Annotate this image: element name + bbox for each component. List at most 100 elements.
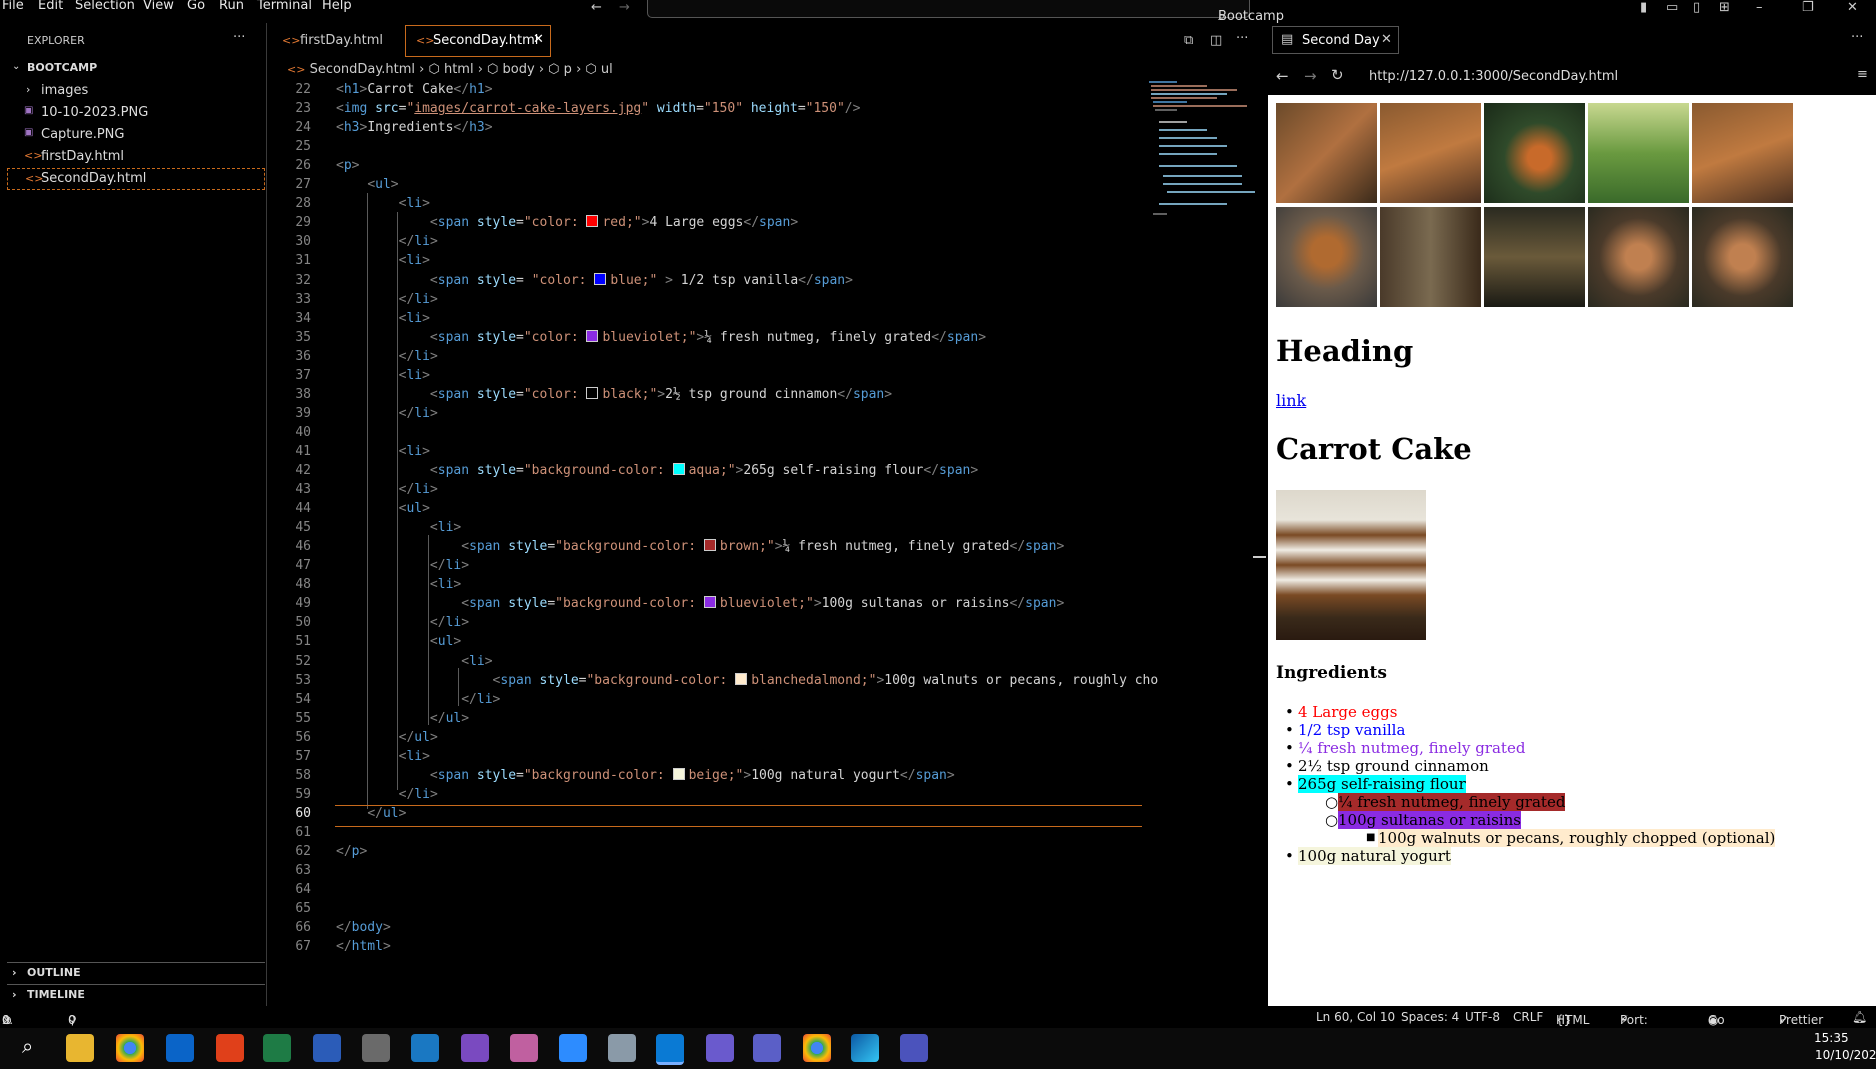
code-line[interactable]: 37 <li>: [267, 368, 1147, 387]
toggle-panel-icon[interactable]: ▭: [1666, 0, 1678, 15]
code-line[interactable]: 23 <img src="images/carrot-cake-layers.jp…: [267, 101, 1147, 120]
code-line[interactable]: 67 </html>: [267, 939, 1147, 958]
minimap[interactable]: [1147, 80, 1257, 220]
code-line[interactable]: 45 <li>: [267, 520, 1147, 539]
code-line[interactable]: 51 <ul>: [267, 634, 1147, 653]
tab-firstday[interactable]: <> firstDay.html: [267, 25, 403, 57]
tree-item-png-1[interactable]: ▣ 10-10-2023.PNG: [0, 102, 266, 124]
menu-file[interactable]: File: [2, 0, 24, 13]
office-icon[interactable]: [216, 1034, 244, 1062]
line-ending[interactable]: CRLF: [1513, 1010, 1543, 1024]
toggle-sidebar-icon[interactable]: ▮: [1640, 0, 1647, 15]
back-arrow-icon[interactable]: ←: [591, 0, 602, 15]
code-line[interactable]: 61: [267, 825, 1147, 844]
code-line[interactable]: 59 </li>: [267, 787, 1147, 806]
scrollbar-thumb[interactable]: [1253, 556, 1266, 558]
code-line[interactable]: 47 </li>: [267, 558, 1147, 577]
tree-item-secondday[interactable]: <> SecondDay.html: [7, 168, 265, 190]
code-line[interactable]: 44 <ul>: [267, 501, 1147, 520]
code-line[interactable]: 22 <h1>Carrot Cake</h1>: [267, 82, 1147, 101]
url-input[interactable]: http://127.0.0.1:3000/SecondDay.html: [1369, 69, 1618, 84]
tree-item-firstday[interactable]: <> firstDay.html: [0, 146, 266, 168]
preview-more-icon[interactable]: ···: [1851, 30, 1863, 45]
paint-icon[interactable]: [510, 1034, 538, 1062]
code-line[interactable]: 46 <span style="background-color: brown;…: [267, 539, 1147, 558]
code-line[interactable]: 50 </li>: [267, 615, 1147, 634]
code-line[interactable]: 56 </ul>: [267, 730, 1147, 749]
mail-icon[interactable]: [166, 1034, 194, 1062]
folder-bootcamp[interactable]: ⌄ BOOTCAMP: [0, 58, 266, 80]
app-icon[interactable]: [706, 1034, 734, 1062]
breadcrumb-item[interactable]: body: [503, 62, 535, 77]
split-editor-icon[interactable]: ◫: [1210, 33, 1222, 48]
clock-date[interactable]: 10/10/2023: [1815, 1048, 1876, 1062]
code-line[interactable]: 64: [267, 882, 1147, 901]
code-line[interactable]: 48 <li>: [267, 577, 1147, 596]
more-actions-icon[interactable]: ···: [233, 30, 245, 45]
code-line[interactable]: 43 </li>: [267, 482, 1147, 501]
code-line[interactable]: 26 <p>: [267, 158, 1147, 177]
open-preview-icon[interactable]: ⧉: [1184, 33, 1193, 48]
code-line[interactable]: 54 </li>: [267, 692, 1147, 711]
calculator-icon[interactable]: [362, 1034, 390, 1062]
code-line[interactable]: 24 <h3>Ingredients</h3>: [267, 120, 1147, 139]
tab-secondday[interactable]: <> SecondDay.html ✕: [405, 25, 551, 57]
chrome-icon[interactable]: [803, 1034, 831, 1062]
code-line[interactable]: 63: [267, 863, 1147, 882]
code-line[interactable]: 55 </ul>: [267, 711, 1147, 730]
restore-icon[interactable]: ❐: [1802, 0, 1814, 15]
tab-second-day[interactable]: ▤ Second Day ✕: [1272, 26, 1399, 54]
code-line[interactable]: 62 </p>: [267, 844, 1147, 863]
store-icon[interactable]: [411, 1034, 439, 1062]
code-line[interactable]: 32 <span style= "color: blue;" > 1/2 tsp…: [267, 272, 1147, 292]
forward-arrow-icon[interactable]: →: [1304, 67, 1317, 85]
code-line[interactable]: 34 <li>: [267, 311, 1147, 330]
code-line[interactable]: 35 <span style="color: blueviolet;">¼ fr…: [267, 329, 1147, 349]
file-explorer-icon[interactable]: [66, 1034, 94, 1062]
code-line[interactable]: 40: [267, 425, 1147, 444]
vscode-icon[interactable]: [656, 1034, 684, 1065]
code-line[interactable]: 53 <span style="background-color: blanch…: [267, 672, 1158, 692]
customize-layout-icon[interactable]: ⊞: [1719, 0, 1730, 15]
breadcrumb-item[interactable]: p: [564, 62, 572, 77]
code-line[interactable]: 57 <li>: [267, 749, 1147, 768]
edge-icon[interactable]: [851, 1034, 879, 1062]
outline-section[interactable]: › OUTLINE: [7, 962, 265, 983]
code-line[interactable]: 28 <li>: [267, 196, 1147, 215]
code-line[interactable]: 65: [267, 901, 1147, 920]
code-line[interactable]: 42 <span style="background-color: aqua;"…: [267, 463, 1147, 482]
chrome-icon[interactable]: [116, 1034, 144, 1062]
visual-studio-icon[interactable]: [461, 1034, 489, 1062]
tree-item-images[interactable]: › images: [0, 80, 266, 102]
code-line[interactable]: 39 </li>: [267, 406, 1147, 425]
code-line[interactable]: 31 <li>: [267, 253, 1147, 272]
command-center[interactable]: ⌕ Bootcamp: [647, 0, 1284, 24]
editor-more-icon[interactable]: ···: [1236, 31, 1248, 46]
menu-run[interactable]: Run: [219, 0, 244, 13]
minimize-icon[interactable]: –: [1756, 0, 1763, 15]
clock-time[interactable]: 15:35: [1814, 1031, 1849, 1045]
code-line[interactable]: 58 <span style="background-color: beige;…: [267, 767, 1147, 787]
code-line[interactable]: 66 </body>: [267, 920, 1147, 939]
menu-selection[interactable]: Selection: [75, 0, 135, 13]
cursor-position[interactable]: Ln 60, Col 10: [1316, 1010, 1395, 1024]
indentation[interactable]: Spaces: 4: [1401, 1010, 1459, 1024]
menu-terminal[interactable]: Terminal: [257, 0, 312, 13]
encoding[interactable]: UTF-8: [1465, 1010, 1500, 1024]
preview-link[interactable]: link: [1276, 391, 1306, 410]
close-window-icon[interactable]: ✕: [1847, 0, 1858, 15]
teams-icon[interactable]: [753, 1034, 781, 1062]
teams-icon[interactable]: [900, 1034, 928, 1062]
breadcrumb-item[interactable]: html: [444, 62, 474, 77]
code-line[interactable]: 49 <span style="background-color: bluevi…: [267, 596, 1147, 615]
code-line[interactable]: 36 </li>: [267, 349, 1147, 368]
zoom-icon[interactable]: [559, 1034, 587, 1062]
photos-icon[interactable]: [608, 1034, 636, 1062]
close-tab-icon[interactable]: ✕: [1381, 32, 1392, 47]
close-tab-icon[interactable]: ✕: [533, 32, 544, 47]
code-line[interactable]: 38 <span style="color: black;">2½ tsp gr…: [267, 386, 1147, 406]
breadcrumb-item[interactable]: SecondDay.html: [310, 62, 415, 77]
excel-icon[interactable]: [263, 1034, 291, 1062]
code-line[interactable]: 41 <li>: [267, 444, 1147, 463]
menu-edit[interactable]: Edit: [38, 0, 63, 13]
